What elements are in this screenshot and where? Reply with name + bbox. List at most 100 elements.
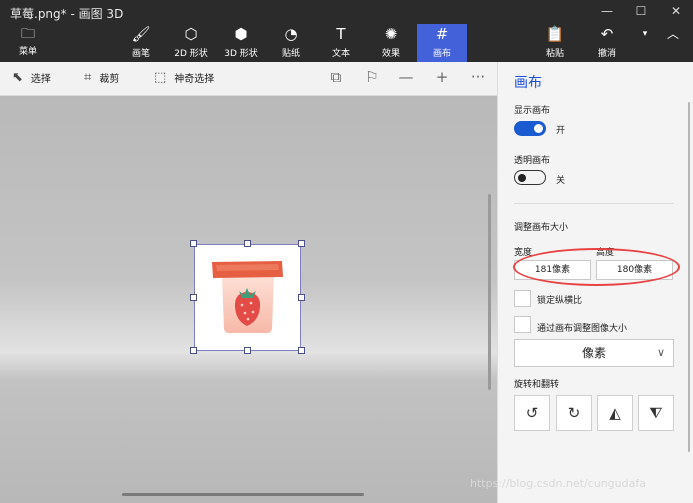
lock-aspect-label: 锁定纵横比 (537, 296, 583, 306)
effects-icon: ✺ (384, 25, 398, 43)
tool-text[interactable]: T 文本 (316, 24, 366, 62)
maximize-button[interactable]: ☐ (624, 0, 658, 22)
menu-label: 菜单 (18, 47, 37, 57)
resize-handle[interactable] (190, 347, 197, 354)
flip-vertical-button[interactable]: ⧨ (638, 395, 674, 431)
minus-icon: — (398, 68, 414, 86)
chevron-down-icon: ▾ (642, 29, 648, 39)
vertical-scrollbar[interactable] (488, 194, 491, 390)
resize-handle[interactable] (298, 347, 305, 354)
undo-icon: ↶ (600, 25, 614, 43)
tool-label: 画布 (432, 49, 451, 59)
resize-handle[interactable] (190, 294, 197, 301)
crop-icon: ⌗ (84, 70, 92, 85)
select-label: 选择 (30, 74, 51, 85)
resize-handle[interactable] (244, 347, 251, 354)
tool-sticker[interactable]: ◔ 贴纸 (266, 24, 316, 62)
transparent-canvas-toggle[interactable] (514, 170, 546, 185)
rotate-right-button[interactable]: ↻ (556, 395, 592, 431)
rotate-left-button[interactable]: ↺ (514, 395, 550, 431)
magic-select-label: 神奇选择 (174, 74, 215, 85)
tool-brush[interactable]: 🖌 画笔 (116, 24, 166, 62)
tool-effects[interactable]: ✺ 效果 (366, 24, 416, 62)
panel-title: 画布 (514, 75, 542, 91)
tool-label: 3D 形状 (224, 49, 258, 59)
canvas-workspace[interactable] (0, 96, 497, 503)
transparent-canvas-label: 透明画布 (514, 156, 551, 166)
undo-button[interactable]: ↶ 撤消 (582, 24, 632, 62)
chevron-down-icon: ∨ (656, 346, 665, 359)
panel-scrollbar[interactable] (688, 102, 690, 452)
tool-label: 2D 形状 (174, 49, 208, 59)
brush-icon: 🖌 (131, 25, 151, 43)
pointer-icon: ⬉ (12, 70, 23, 85)
tool-3d-shapes[interactable]: ⬢ 3D 形状 (216, 24, 266, 62)
lock-aspect-checkbox[interactable] (514, 290, 531, 307)
paste-label: 粘贴 (545, 49, 564, 59)
canvas-paper[interactable] (194, 244, 301, 351)
tool-canvas[interactable]: # 画布 (417, 24, 467, 62)
resize-handle[interactable] (298, 294, 305, 301)
select-button[interactable]: ⬉ 选择 (12, 70, 51, 85)
magic-select-button[interactable]: ⬚ 神奇选择 (154, 70, 214, 85)
transparent-canvas-state: 关 (556, 176, 566, 186)
shapes-3d-icon: ⬢ (234, 25, 248, 43)
unit-select[interactable]: 像素 ∨ (514, 339, 674, 367)
divider (514, 203, 674, 204)
resize-image-checkbox[interactable] (514, 316, 531, 333)
text-icon: T (336, 25, 346, 43)
ribbon: 草莓.png* - 画图 3D — ☐ ✕ 🗀 菜单 🖌 画笔 ⬡ 2D 形状 … (0, 0, 693, 62)
tool-label: 贴纸 (281, 49, 300, 59)
flag-icon: ⚐ (365, 68, 379, 86)
more-icon: ··· (470, 68, 486, 86)
view-3d-button[interactable]: ⧉ (326, 68, 346, 86)
sub-toolbar: ⬉ 选择 ⌗ 裁剪 ⬚ 神奇选择 ⧉ ⚐ — + ··· (0, 62, 497, 96)
plus-icon: + (435, 68, 449, 86)
flip-horizontal-button[interactable]: ◭ (597, 395, 633, 431)
resize-handle[interactable] (298, 240, 305, 247)
magic-select-icon: ⬚ (154, 70, 167, 85)
clipboard-icon: 📋 (545, 25, 565, 43)
collapse-ribbon-button[interactable]: ︿ (658, 24, 688, 62)
menu-button[interactable]: 🗀 菜单 (8, 26, 48, 58)
horizontal-scrollbar[interactable] (122, 493, 364, 496)
tool-label: 效果 (381, 49, 400, 59)
zoom-in-button[interactable]: + (432, 68, 452, 86)
canvas-icon: # (435, 25, 449, 43)
resize-handle[interactable] (244, 240, 251, 247)
flip-vertical-icon: ⧨ (649, 404, 663, 422)
undo-label: 撤消 (597, 49, 616, 59)
zoom-out-button[interactable]: — (396, 68, 416, 86)
window-title: 草莓.png* - 画图 3D (10, 7, 124, 21)
minimize-button[interactable]: — (590, 0, 624, 22)
resize-handle[interactable] (190, 240, 197, 247)
resize-image-label: 通过画布调整图像大小 (537, 324, 628, 334)
paste-button[interactable]: 📋 粘贴 (530, 24, 580, 62)
more-button[interactable]: ··· (468, 68, 488, 86)
annotation-oval (513, 248, 680, 286)
close-button[interactable]: ✕ (659, 0, 693, 22)
folder-icon: 🗀 (21, 26, 35, 42)
flag-button[interactable]: ⚐ (362, 68, 382, 86)
history-dropdown-button[interactable]: ▾ (634, 24, 656, 62)
sticker-icon: ◔ (284, 25, 298, 43)
watermark: https://blog.csdn.net/cungudafa (470, 477, 646, 490)
strawberry-yogurt-image (212, 261, 283, 333)
crop-button[interactable]: ⌗ 裁剪 (84, 70, 119, 85)
view-3d-icon: ⧉ (330, 68, 342, 86)
tool-2d-shapes[interactable]: ⬡ 2D 形状 (166, 24, 216, 62)
crop-label: 裁剪 (99, 74, 120, 85)
rotate-right-icon: ↻ (567, 404, 581, 422)
flip-horizontal-icon: ◭ (609, 404, 621, 422)
show-canvas-label: 显示画布 (514, 106, 551, 116)
show-canvas-toggle[interactable] (514, 121, 546, 136)
tool-label: 画笔 (131, 49, 150, 59)
chevron-up-icon: ︿ (666, 27, 679, 41)
show-canvas-state: 开 (556, 126, 566, 136)
resize-canvas-label: 调整画布大小 (514, 223, 569, 233)
shapes-2d-icon: ⬡ (184, 25, 198, 43)
rotate-left-icon: ↺ (525, 404, 539, 422)
tool-label: 文本 (331, 49, 350, 59)
unit-select-value: 像素 (581, 346, 606, 360)
rotate-flip-label: 旋转和翻转 (514, 380, 560, 390)
